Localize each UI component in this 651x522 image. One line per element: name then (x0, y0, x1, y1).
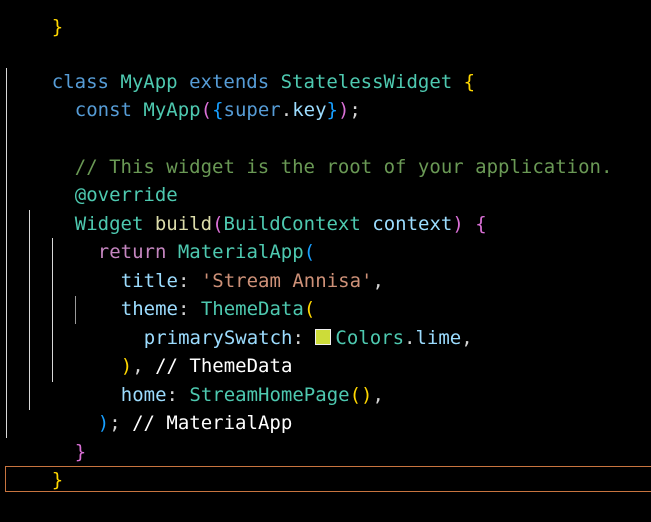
code-line: } (6, 438, 63, 491)
code-line: } (29, 410, 86, 463)
identifier: context (372, 213, 453, 235)
code-line: // This widget is the root of your appli… (29, 125, 613, 178)
keyword: const (74, 99, 132, 121)
code-line: ); // MaterialApp (97, 412, 293, 434)
identifier: key (292, 99, 327, 121)
code-line: @override (29, 153, 178, 206)
code-line: } (6, 0, 63, 38)
code-line: title: 'Stream Annisa', (120, 270, 384, 292)
class-name: MyApp (143, 99, 201, 121)
bracket: } (326, 99, 338, 121)
bracket: } (74, 441, 87, 463)
code-line: ), // ThemeData (120, 355, 293, 377)
current-line-highlight[interactable] (5, 466, 651, 492)
code-line: theme: ThemeData( (120, 298, 316, 320)
class-name: Colors (335, 327, 405, 349)
bracket: ) (337, 99, 350, 121)
identifier: lime (415, 327, 462, 349)
code-line: return MaterialApp( (52, 210, 315, 263)
code-line: home: StreamHomePage(), (120, 384, 384, 406)
closing-brace: } (51, 16, 64, 38)
bracket: ) (97, 412, 110, 434)
code-line: const MyApp({super.key}); (74, 99, 361, 121)
code-line: primarySwatch: Colors.lime, (143, 327, 473, 349)
code-line: Widget build(BuildContext context) { (29, 182, 487, 235)
bracket: ) (361, 384, 373, 406)
bracket: { (212, 99, 224, 121)
bracket: ( (200, 99, 213, 121)
color-swatch-icon[interactable] (315, 329, 332, 345)
bracket: ( (349, 384, 362, 406)
keyword: super (223, 99, 281, 121)
bracket: ) (452, 213, 464, 235)
bracket: { (475, 213, 487, 235)
code-editor[interactable]: } class MyApp extends StatelessWidget { … (0, 0, 651, 505)
bracket: { (463, 71, 476, 93)
closing-label: // MaterialApp (132, 412, 293, 434)
code-line: class MyApp extends StatelessWidget { (6, 40, 475, 93)
